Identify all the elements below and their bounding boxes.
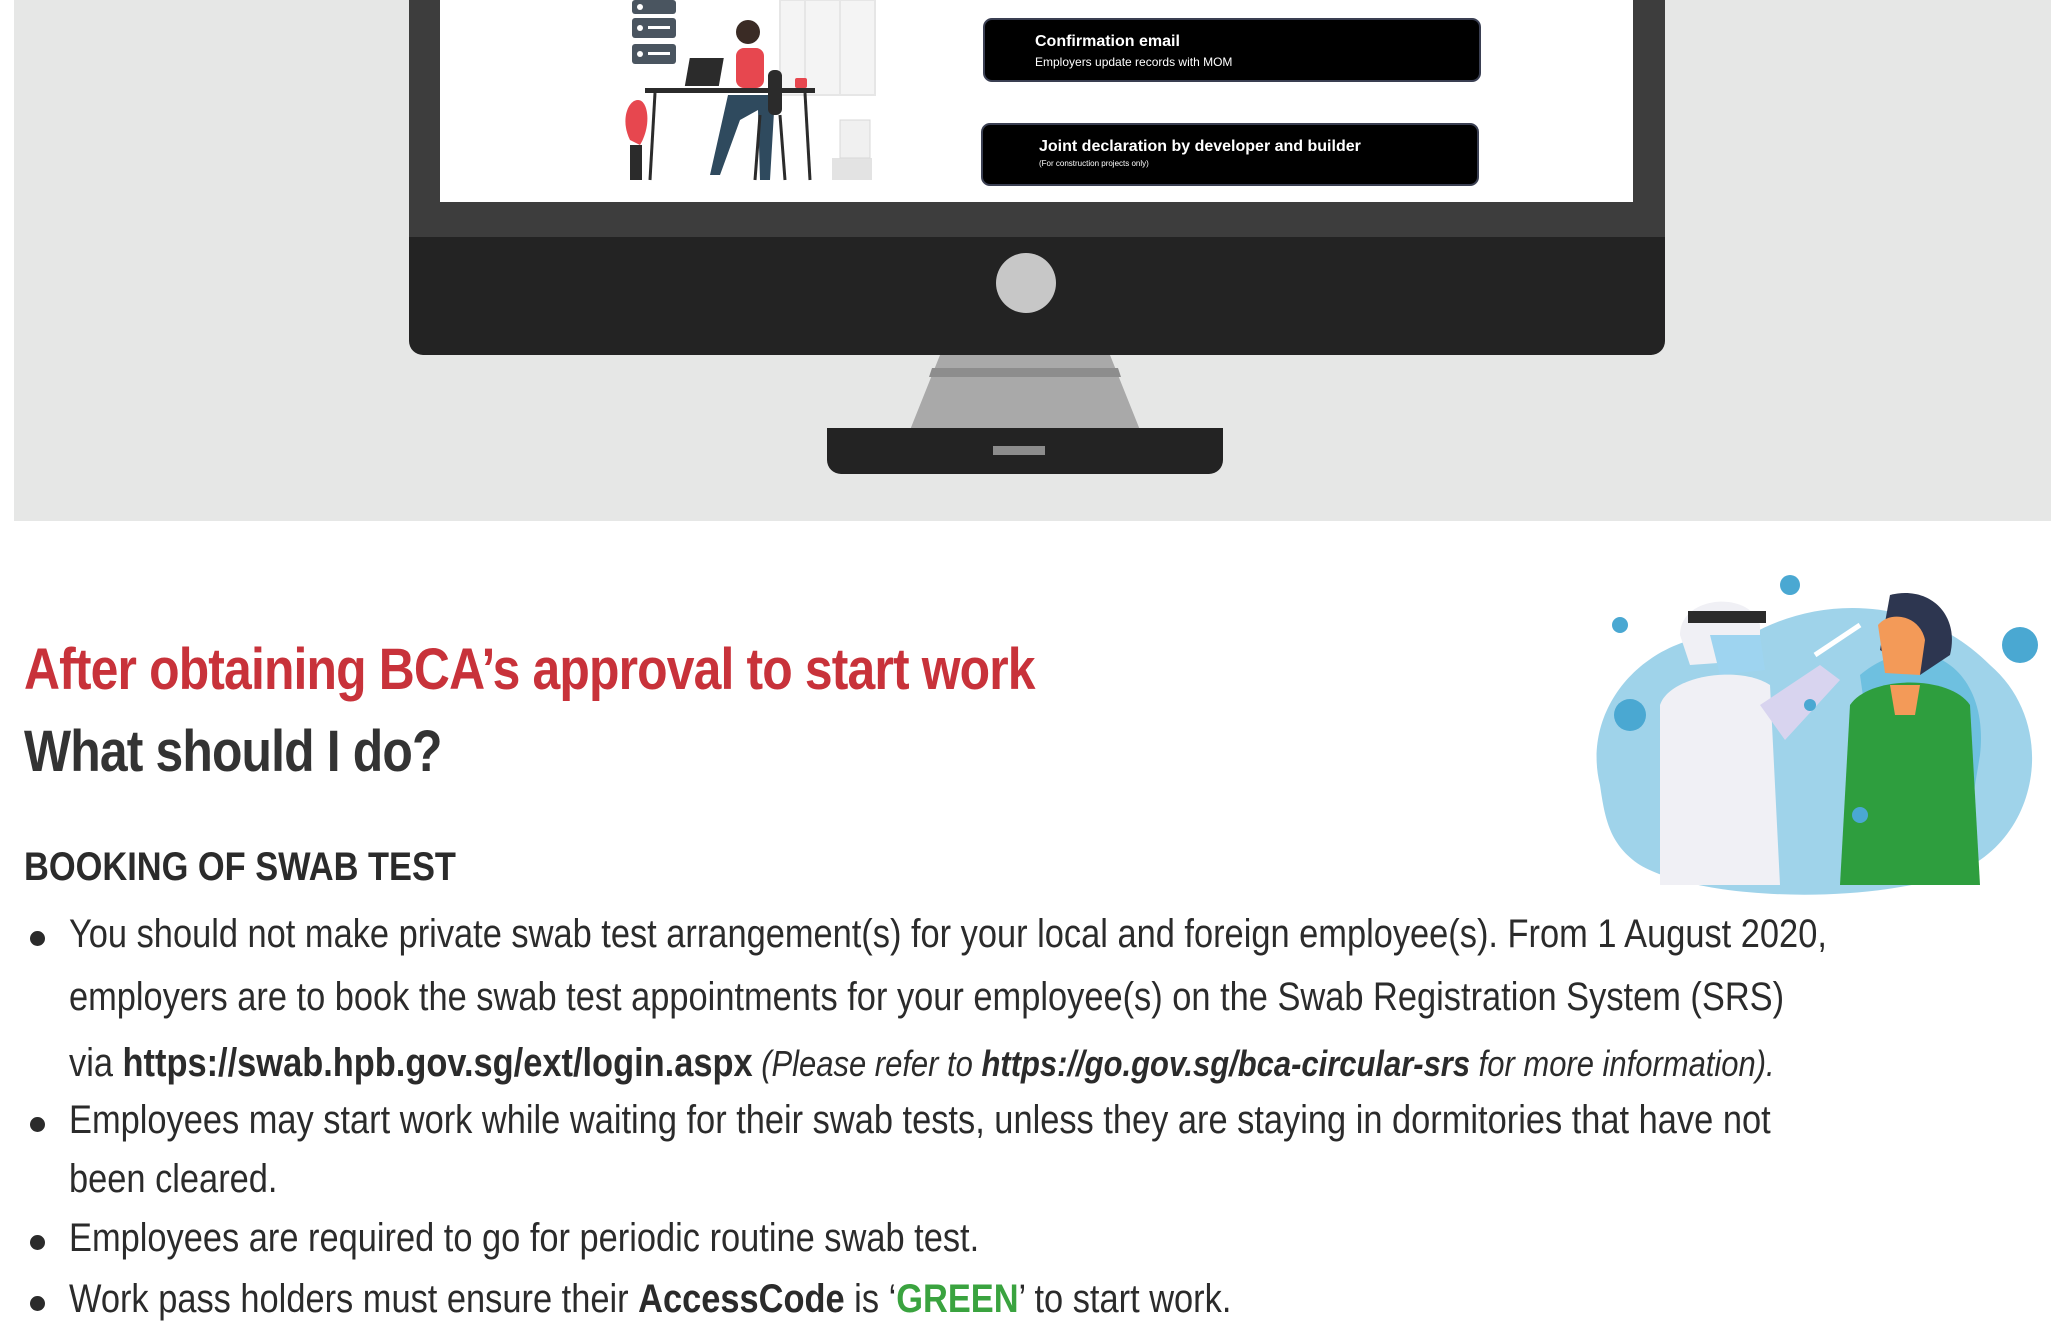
bullet-dot-icon <box>30 1117 45 1132</box>
swab-test-illustration <box>1596 575 2038 895</box>
access-code-label: AccessCode <box>638 1277 845 1321</box>
text: for more information). <box>1470 1043 1775 1084</box>
bullet-4-line-1: Work pass holders must ensure their Acce… <box>69 1277 1231 1322</box>
text: Work pass holders must ensure their <box>69 1277 639 1321</box>
bca-circular-link[interactable]: https://go.gov.sg/bca-circular-srs <box>981 1043 1470 1084</box>
bullet-1-line-3: via https://swab.hpb.gov.sg/ext/login.as… <box>69 1041 1775 1086</box>
text: via <box>69 1041 123 1085</box>
bullet-1-line-1: You should not make private swab test ar… <box>69 912 1827 956</box>
green-status-label: GREEN <box>896 1277 1019 1321</box>
bullet-1-line-2: employers are to book the swab test appo… <box>69 975 1785 1019</box>
page-subtitle: What should I do? <box>24 719 442 784</box>
office-worker-illustration <box>625 0 876 181</box>
bullet-2-line-2: been cleared. <box>69 1157 278 1201</box>
bullet-dot-icon <box>30 1235 45 1250</box>
page-title: After obtaining BCA’s approval to start … <box>24 637 1036 702</box>
joint-declaration-card: Joint declaration by developer and build… <box>981 123 1479 186</box>
card-title: Confirmation email <box>1035 33 1180 50</box>
swab-registration-link[interactable]: https://swab.hpb.gov.sg/ext/login.aspx <box>123 1041 753 1085</box>
bullet-dot-icon <box>30 1296 45 1311</box>
bullet-dot-icon <box>30 931 45 946</box>
card-subtitle: (For construction projects only) <box>1039 159 1149 168</box>
card-subtitle: Employers update records with MOM <box>1035 55 1233 69</box>
text: is ‘ <box>844 1277 897 1321</box>
monitor-base-slot <box>993 446 1045 455</box>
card-title: Joint declaration by developer and build… <box>1039 138 1361 155</box>
text: ’ to start work. <box>1018 1277 1232 1321</box>
text: (Please refer to <box>752 1043 982 1084</box>
bullet-3-line-1: Employees are required to go for periodi… <box>69 1216 980 1260</box>
section-title: BOOKING OF SWAB TEST <box>24 845 456 889</box>
power-button-icon <box>996 253 1056 313</box>
bullet-2-line-1: Employees may start work while waiting f… <box>69 1098 1771 1142</box>
confirmation-email-card: Confirmation email Employers update reco… <box>983 18 1481 82</box>
